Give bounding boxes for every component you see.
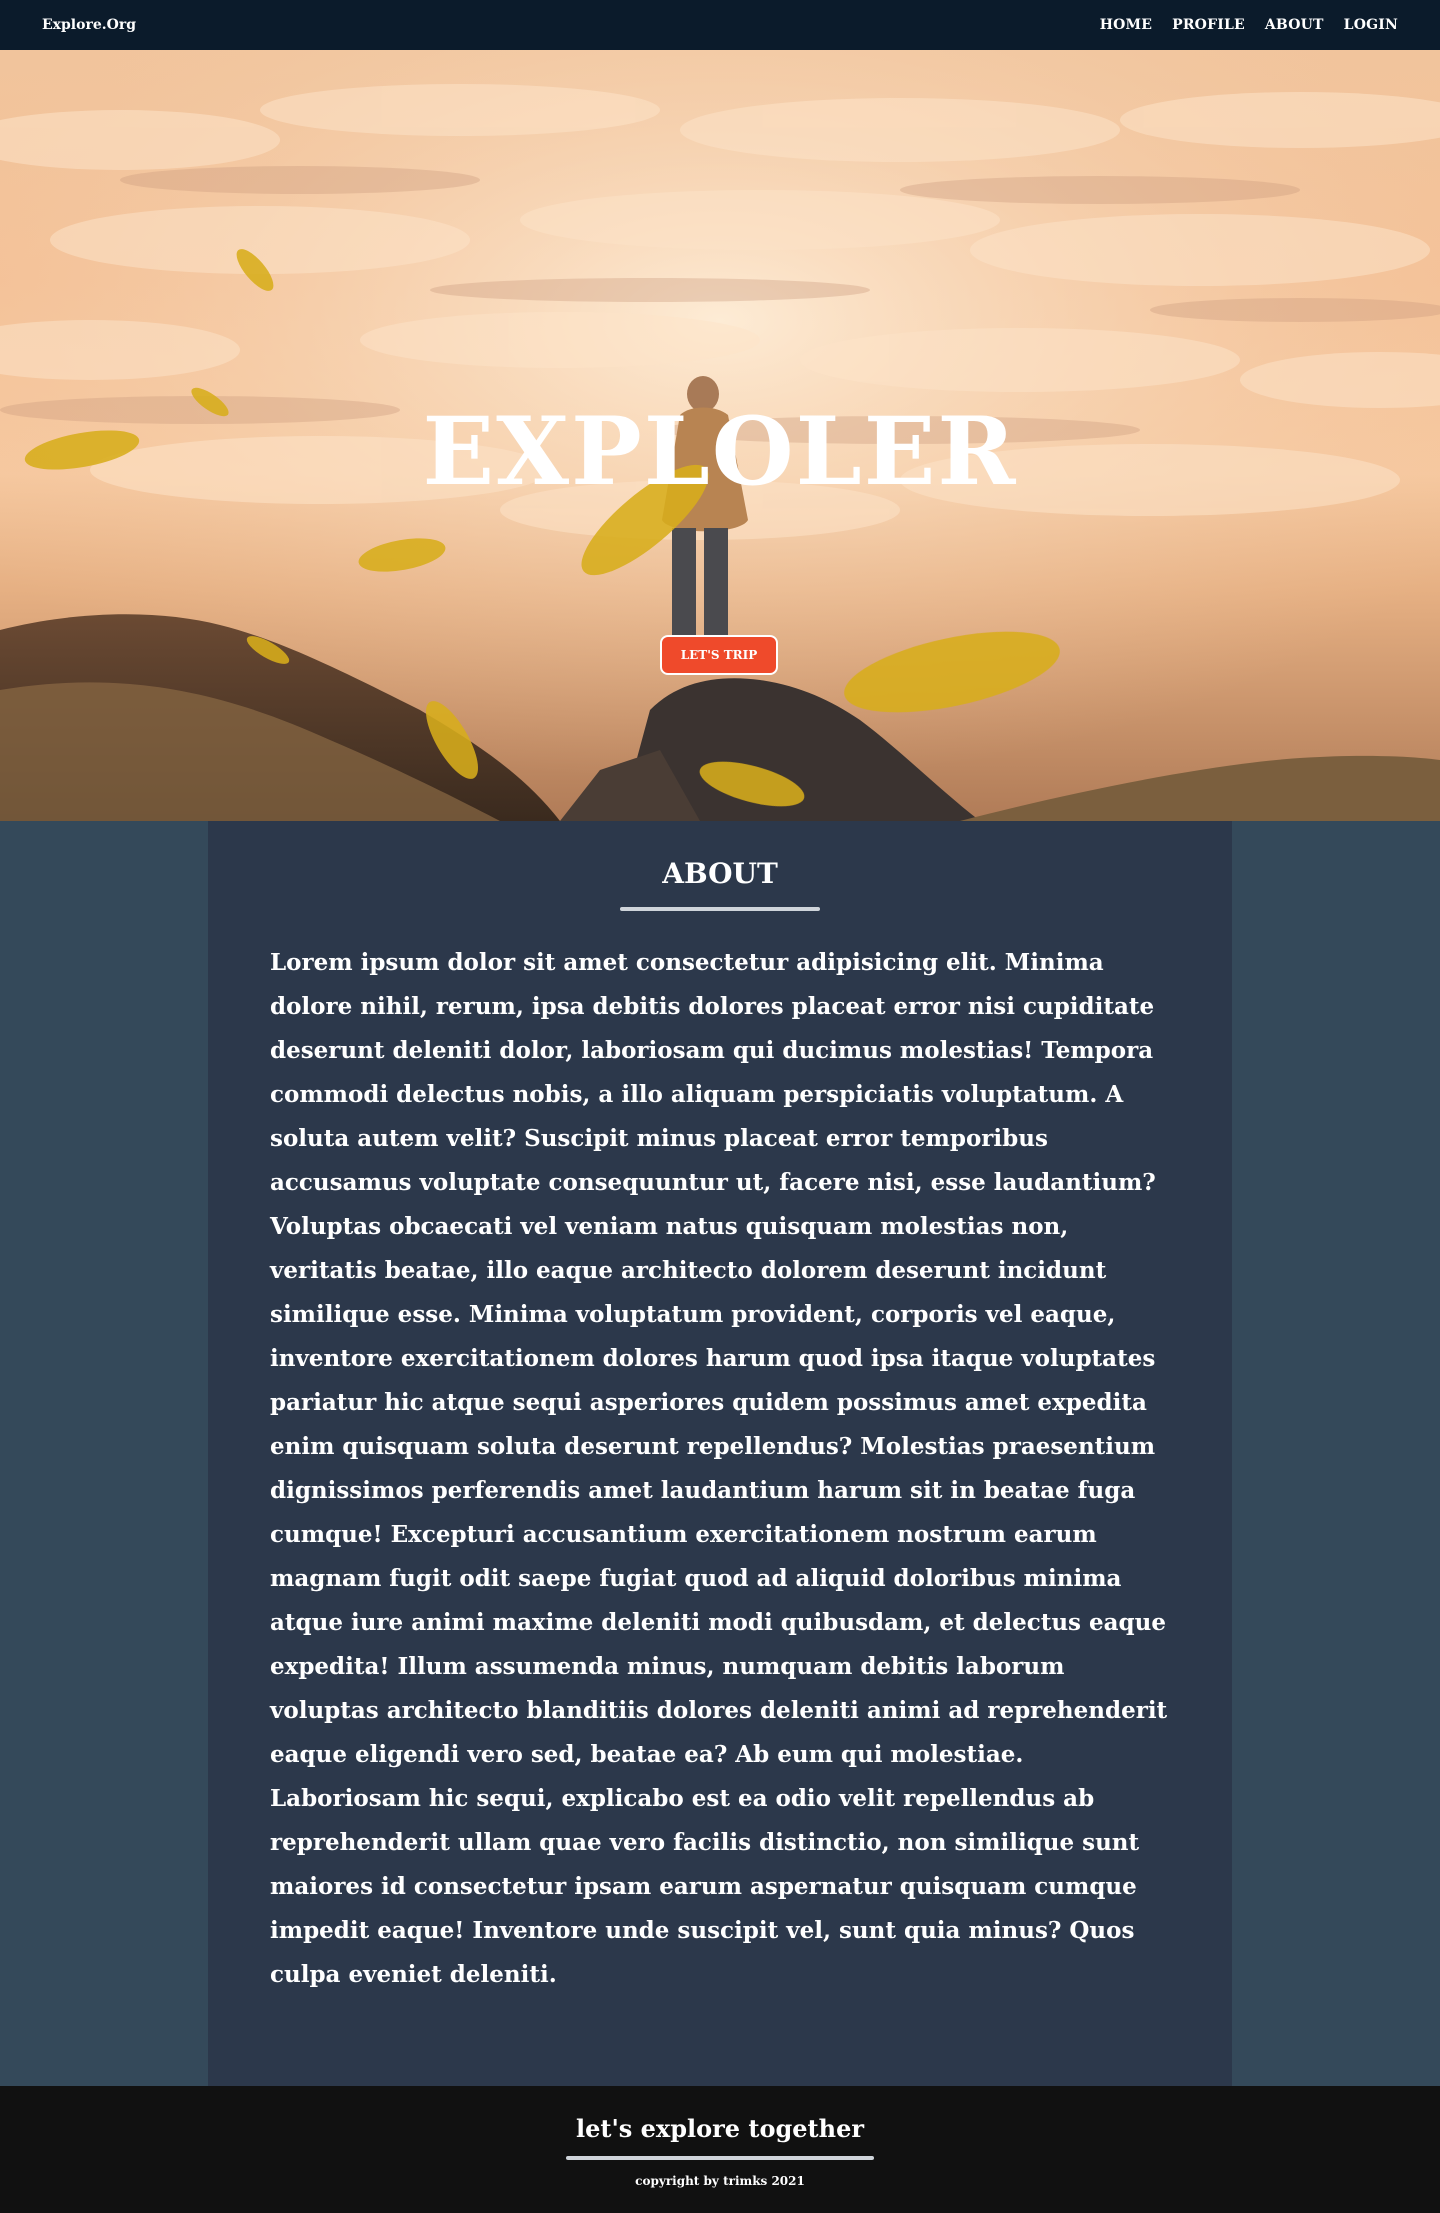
brand-logo[interactable]: Explore.Org <box>42 17 136 33</box>
nav-about-link[interactable]: ABOUT <box>1265 17 1324 33</box>
nav-login-link[interactable]: LOGIN <box>1344 17 1398 33</box>
hero-section: EXPLOLER LET'S TRIP <box>0 50 1440 821</box>
footer-copyright: copyright by trimks 2021 <box>635 2174 805 2188</box>
nav-profile-link[interactable]: PROFILE <box>1172 17 1245 33</box>
navbar: Explore.Org HOME PROFILE ABOUT LOGIN <box>0 0 1440 50</box>
nav-home-link[interactable]: HOME <box>1100 17 1152 33</box>
nav-links: HOME PROFILE ABOUT LOGIN <box>1100 17 1398 33</box>
about-title: ABOUT <box>662 857 778 890</box>
about-title-underline <box>620 907 820 911</box>
footer: let's explore together copyright by trim… <box>0 2086 1440 2213</box>
footer-title: let's explore together <box>575 2114 865 2143</box>
lets-trip-button[interactable]: LET'S TRIP <box>660 635 778 675</box>
hero-title: EXPLOLER <box>422 397 1018 507</box>
footer-title-underline <box>566 2156 874 2160</box>
about-panel: ABOUT Lorem ipsum dolor sit amet consect… <box>208 821 1232 2086</box>
about-paragraph: Lorem ipsum dolor sit amet consectetur a… <box>270 949 1168 1988</box>
